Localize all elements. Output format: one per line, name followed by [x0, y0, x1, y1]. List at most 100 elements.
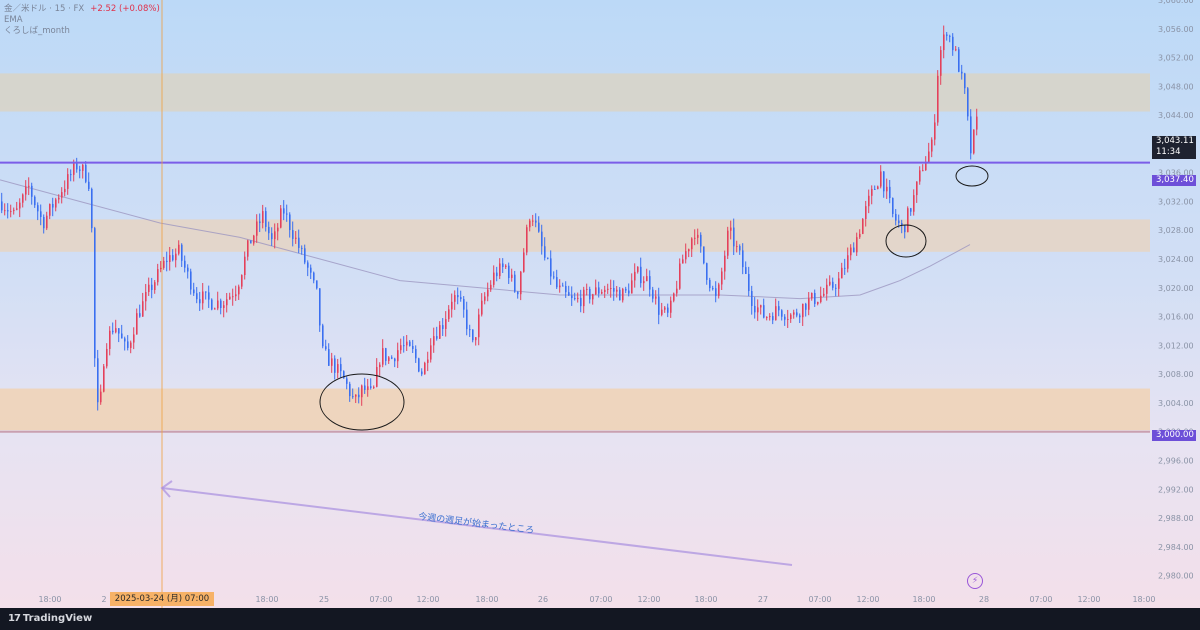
- candle-body: [286, 213, 288, 215]
- candle-body: [754, 305, 756, 313]
- candle-body: [574, 298, 576, 300]
- price-tick-label: 2,988.00: [1158, 514, 1194, 523]
- candle-body: [148, 284, 150, 293]
- candle-body: [436, 336, 438, 339]
- candle-body: [763, 305, 765, 318]
- candle-body: [610, 288, 612, 290]
- time-tick-label: 07:00: [1029, 595, 1052, 604]
- candle-body: [235, 294, 237, 297]
- price-tick-label: 3,032.00: [1158, 197, 1194, 206]
- candle-body: [703, 246, 705, 264]
- candle-body: [31, 185, 33, 197]
- candle-body: [64, 188, 66, 193]
- candle-body: [775, 306, 777, 321]
- candle-body: [46, 215, 48, 229]
- price-zone: [0, 219, 1150, 252]
- candle-body: [877, 186, 879, 190]
- candle-body: [400, 345, 402, 351]
- price-tick-label: 3,044.00: [1158, 111, 1194, 120]
- candle-body: [859, 233, 861, 238]
- time-tick-label: 25: [319, 595, 329, 604]
- candle-body: [802, 303, 804, 318]
- candle-body: [730, 227, 732, 231]
- indicator-custom[interactable]: くろしば_month: [4, 26, 160, 37]
- candle-body: [61, 192, 63, 198]
- candle-body: [682, 259, 684, 264]
- price-tick-label: 3,016.00: [1158, 313, 1194, 322]
- candle-body: [529, 220, 531, 228]
- candle-body: [280, 208, 282, 228]
- candle-body: [385, 348, 387, 361]
- time-tick-label: 12:00: [856, 595, 879, 604]
- price-tick-label: 3,008.00: [1158, 370, 1194, 379]
- candle-body: [700, 234, 702, 247]
- candle-body: [118, 328, 120, 334]
- candle-body: [766, 316, 768, 318]
- candle-body: [73, 163, 75, 175]
- candle-body: [109, 330, 111, 349]
- candle-body: [304, 248, 306, 263]
- candle-body: [805, 303, 807, 310]
- candle-body: [889, 186, 891, 199]
- candle-body: [82, 164, 84, 171]
- candle-body: [181, 244, 183, 261]
- candle-body: [880, 171, 882, 187]
- candle-body: [76, 163, 78, 170]
- candle-body: [916, 181, 918, 196]
- candle-body: [361, 385, 363, 398]
- candle-body: [670, 300, 672, 313]
- candle-body: [169, 255, 171, 263]
- candle-body: [760, 305, 762, 308]
- candle-body: [640, 266, 642, 284]
- candle-body: [676, 288, 678, 294]
- candle-body: [178, 244, 180, 254]
- footer-bar: 17 TradingView: [0, 608, 1200, 630]
- candle-body: [43, 217, 45, 229]
- candle-body: [652, 289, 654, 299]
- candle-body: [619, 289, 621, 301]
- candle-body: [667, 307, 669, 313]
- candle-body: [697, 234, 699, 238]
- indicator-ema[interactable]: EMA: [4, 15, 160, 26]
- price-tick-label: 3,048.00: [1158, 82, 1194, 91]
- candle-body: [301, 247, 303, 249]
- candle-body: [277, 227, 279, 232]
- candle-body: [910, 208, 912, 212]
- price-chart[interactable]: 2,980.00 2,984.00 2,988.00 2,992.00 2,996.00…: [0, 0, 1200, 630]
- candle-body: [790, 314, 792, 319]
- time-tick-label: 18:00: [38, 595, 61, 604]
- candle-body: [772, 316, 774, 321]
- candle-body: [142, 301, 144, 317]
- candle-body: [742, 250, 744, 268]
- candle-body: [238, 286, 240, 295]
- candle-body: [49, 203, 51, 216]
- candle-body: [202, 291, 204, 304]
- candle-body: [895, 213, 897, 221]
- candle-body: [127, 341, 129, 348]
- candle-body: [196, 293, 198, 300]
- candle-body: [823, 293, 825, 296]
- candle-body: [949, 35, 951, 37]
- candle-body: [388, 357, 390, 361]
- candle-body: [145, 292, 147, 302]
- chart-area[interactable]: { "legend": { "symbol": "金／米ドル · 15 · FX…: [0, 0, 1200, 630]
- tradingview-logo[interactable]: 17 TradingView: [8, 613, 92, 624]
- candle-body: [472, 329, 474, 341]
- candle-body: [793, 312, 795, 315]
- candle-body: [244, 256, 246, 276]
- candle-body: [547, 257, 549, 259]
- candle-body: [271, 233, 273, 240]
- candle-body: [559, 285, 561, 288]
- price-tick-label: 3,024.00: [1158, 255, 1194, 264]
- candle-body: [262, 211, 264, 224]
- candle-body: [811, 292, 813, 299]
- candle-body: [673, 293, 675, 301]
- candle-body: [112, 330, 114, 333]
- candle-body: [79, 169, 81, 171]
- candle-body: [91, 188, 93, 229]
- lightning-icon[interactable]: ⚡: [967, 573, 983, 589]
- annotation-text: 今週の週足が始まったところ: [418, 510, 535, 536]
- candle-body: [292, 230, 294, 239]
- candle-body: [187, 267, 189, 272]
- price-tick-label: 2,996.00: [1158, 456, 1194, 465]
